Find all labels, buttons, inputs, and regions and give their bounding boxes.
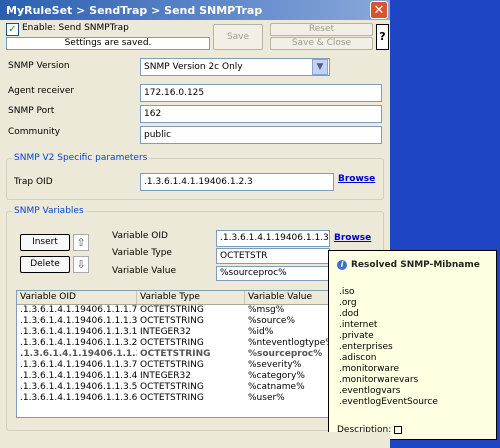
column-header-oid[interactable]: Variable OID [17,291,137,304]
mib-path-item: .internet [339,320,378,330]
mib-path-item: .monitorwarevars [339,375,419,385]
community-label: Community [8,127,61,137]
status-message: Settings are saved. [6,37,210,50]
enable-label: Enable: Send SNMPTrap [22,23,129,33]
table-row[interactable]: .1.3.6.1.4.1.19406.1.1.3.6 OCTETSTRING %us… [17,393,379,404]
cell-type: OCTETSTRING [140,349,211,359]
move-up-button[interactable]: ⇧ [73,234,89,251]
trap-oid-browse-link[interactable]: Browse [338,174,375,184]
variable-value-label: Variable Value [112,266,177,276]
cell-oid: .1.3.6.1.4.1.19406.1.1.3.6 [20,393,137,403]
cell-type: OCTETSTRING [140,360,204,370]
cell-oid: .1.3.6.1.4.1.19406.1.1.3.1 [20,327,137,337]
window-title: MyRuleSet > SendTrap > Send SNMPTrap [6,4,263,17]
table-header: Variable OID Variable Type Variable Valu… [17,291,379,305]
window-bottom [0,432,390,448]
cell-type: INTEGER32 [140,371,191,381]
cell-oid: .1.3.6.1.4.1.19406.1.1.1.3 [20,316,137,326]
delete-button[interactable]: Delete [20,256,70,273]
info-icon: i [337,260,347,270]
cell-oid: .1.3.6.1.4.1.19406.1.1.3.7 [20,360,137,370]
enable-checkbox[interactable]: ✓ [6,23,19,36]
table-row[interactable]: .1.3.6.1.4.1.19406.1.1.1.7 OCTETSTRING %ms… [17,305,379,316]
trap-oid-label: Trap OID [14,177,53,187]
agent-receiver-input[interactable]: 172.16.0.125 [140,84,382,102]
cell-type: OCTETSTRING [140,305,204,315]
cell-oid: .1.3.6.1.4.1.19406.1.1.3.2 [20,338,137,348]
help-button[interactable]: ? [376,24,389,50]
mib-path-item: .dod [339,309,359,319]
insert-button[interactable]: Insert [20,234,70,251]
table-row[interactable]: .1.3.6.1.4.1.19406.1.1.3.4 INTEGER32 %cate… [17,371,379,382]
variable-oid-browse-link[interactable]: Browse [334,233,371,243]
snmp-version-select[interactable]: SNMP Version 2c Only [140,58,330,76]
agent-receiver-label: Agent receiver [8,86,75,96]
cell-type: INTEGER32 [140,327,191,337]
reset-button[interactable]: Reset [270,23,373,36]
snmp-port-input[interactable]: 162 [140,105,382,123]
variable-type-label: Variable Type [112,248,172,258]
variable-oid-label: Variable OID [112,231,168,241]
cell-oid: .1.3.6.1.4.1.19406.1.1.1.7 [20,305,137,315]
trap-oid-input[interactable]: .1.3.6.1.4.1.19406.1.2.3 [140,173,334,191]
table-row[interactable]: .1.3.6.1.4.1.19406.1.1.3.3OCTETSTRING%so… [17,349,379,360]
chevron-down-icon[interactable]: ▼ [312,59,328,75]
cell-type: OCTETSTRING [140,316,204,326]
save-close-button[interactable]: Save & Close [270,37,373,50]
column-header-type[interactable]: Variable Type [137,291,245,304]
community-input[interactable]: public [140,126,382,144]
table-row[interactable]: .1.3.6.1.4.1.19406.1.1.1.3 OCTETSTRING %so… [17,316,379,327]
table-row[interactable]: .1.3.6.1.4.1.19406.1.1.3.1 INTEGER32 %id% [17,327,379,338]
variable-oid-input[interactable]: .1.3.6.1.4.1.19406.1.1.3.3 [216,230,330,247]
mib-path-item: .org [339,298,357,308]
mib-tooltip: i Resolved SNMP-Mibname .iso .org .dod .int… [328,250,497,440]
cell-oid: .1.3.6.1.4.1.19406.1.1.3.5 [20,382,137,392]
mib-path-item: .eventlogvars [339,386,401,396]
mib-path-item: .monitorware [339,364,399,374]
cell-type: OCTETSTRING [140,338,204,348]
mib-path-item: .adiscon [339,353,377,363]
mib-path-item: .eventlogEventSource [339,397,438,407]
variable-type-select[interactable]: OCTETSTR [216,248,330,264]
save-button[interactable]: Save [213,24,263,50]
mib-path-item: .enterprises [339,342,393,352]
snmp-port-label: SNMP Port [8,106,55,116]
table-row[interactable]: .1.3.6.1.4.1.19406.1.1.3.7 OCTETSTRING %se… [17,360,379,371]
mib-path-item: .iso [339,287,355,297]
variable-value-input[interactable]: %sourceproc% [216,266,330,281]
cell-type: OCTETSTRING [140,382,204,392]
tooltip-title: Resolved SNMP-Mibname [351,260,480,270]
table-row[interactable]: .1.3.6.1.4.1.19406.1.1.3.2 OCTETSTRING %nt… [17,338,379,349]
cell-oid: .1.3.6.1.4.1.19406.1.1.3.3 [20,349,137,359]
cell-type: OCTETSTRING [140,393,204,403]
snmp-version-label: SNMP Version [8,61,70,71]
close-button[interactable]: ✕ [370,1,388,19]
v2-parameters-title: SNMP V2 Specific parameters [12,153,150,163]
variables-table[interactable]: Variable OID Variable Type Variable Valu… [16,290,380,418]
checkbox-icon [394,425,403,434]
table-row[interactable]: .1.3.6.1.4.1.19406.1.1.3.5 OCTETSTRING %ca… [17,382,379,393]
move-down-button[interactable]: ⇩ [73,256,89,273]
cell-oid: .1.3.6.1.4.1.19406.1.1.3.4 [20,371,137,381]
snmp-variables-title: SNMP Variables [12,206,86,216]
mib-path-item: .private [339,331,374,341]
